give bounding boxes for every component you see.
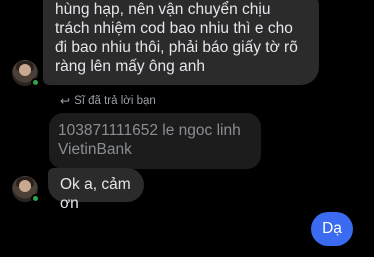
contact-avatar[interactable]: [12, 60, 40, 87]
incoming-message-text: hùng hạp, nên vận chuyển chịu trách nhiệ…: [55, 1, 298, 75]
contact-avatar[interactable]: [12, 176, 40, 203]
chat-thread: hùng hạp, nên vận chuyển chịu trách nhiệ…: [0, 0, 374, 257]
reply-indicator: ↩ Sĩ đã trả lời bạn: [60, 94, 156, 108]
avatar-face: [19, 64, 31, 76]
quoted-message[interactable]: 103871111652 le ngoc linh VietinBank: [49, 113, 261, 169]
incoming-reply-bubble[interactable]: Ok a, cảm ơn: [48, 168, 144, 212]
reply-arrow-icon: ↩: [60, 94, 71, 108]
incoming-reply-text: Ok a, cảm ơn: [60, 176, 131, 212]
quoted-text-line-1: 103871111652 le ngoc linh: [58, 122, 241, 139]
online-status-icon: [31, 78, 40, 87]
quoted-text-line-2: VietinBank: [58, 141, 132, 158]
outgoing-message-text: Dạ: [322, 220, 342, 237]
outgoing-message-bubble[interactable]: Dạ: [311, 212, 353, 246]
online-status-icon: [31, 194, 40, 203]
incoming-message-bubble[interactable]: hùng hạp, nên vận chuyển chịu trách nhiệ…: [43, 0, 319, 85]
reply-label-text: Sĩ đã trả lời bạn: [74, 95, 156, 107]
avatar-face: [19, 180, 31, 192]
